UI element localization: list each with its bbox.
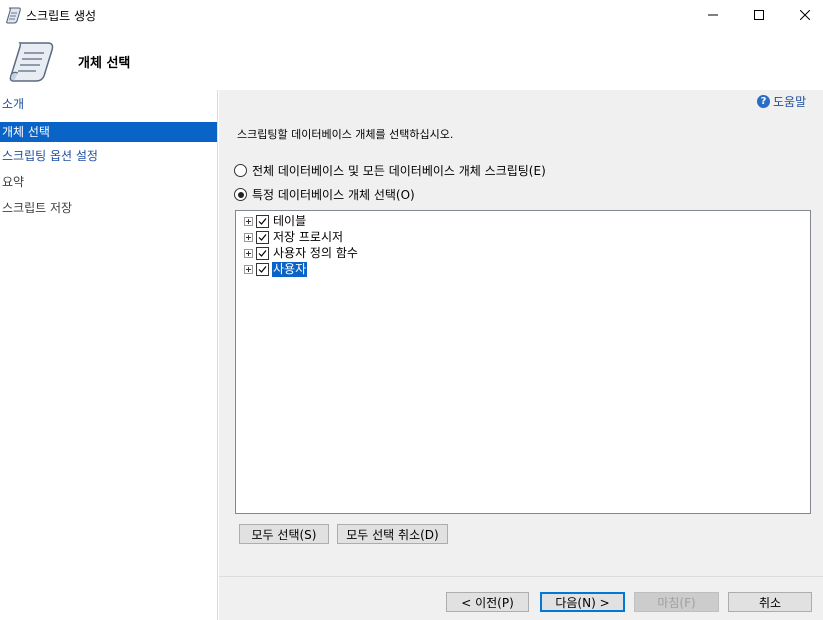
wizard-content: ? 도움말 스크립팅할 데이터베이스 개체를 선택하십시오. 전체 데이터베이스… [219, 90, 823, 620]
script-scroll-icon [9, 42, 54, 82]
radio-button[interactable] [234, 164, 247, 177]
finish-button: 마침(F) [634, 592, 719, 612]
object-tree[interactable]: 테이블 저장 프로시저 사용자 정의 함수 사용자 [235, 210, 811, 514]
previous-button[interactable]: < 이전(P) [446, 592, 529, 612]
help-link[interactable]: ? 도움말 [757, 93, 806, 110]
tree-item-user-defined-functions[interactable]: 사용자 정의 함수 [244, 245, 359, 261]
checkbox[interactable] [256, 246, 269, 260]
footer-divider [219, 576, 823, 577]
tree-item-label[interactable]: 사용자 [270, 260, 309, 278]
expand-icon[interactable] [244, 216, 253, 226]
sidebar-item-summary: 요약 [2, 175, 25, 189]
sidebar-item-select-objects[interactable]: 개체 선택 [0, 122, 217, 142]
cancel-button[interactable]: 취소 [728, 592, 812, 612]
radio-label: 전체 데이터베이스 및 모든 데이터베이스 개체 스크립팅(E) [252, 164, 546, 178]
help-label: 도움말 [773, 95, 807, 109]
sidebar-item-save-script: 스크립트 저장 [2, 201, 73, 215]
close-icon [800, 10, 810, 20]
minimize-button[interactable] [690, 0, 736, 30]
expand-icon[interactable] [244, 248, 253, 258]
window-title: 스크립트 생성 [26, 9, 97, 23]
tree-item-label[interactable]: 사용자 정의 함수 [272, 246, 359, 261]
help-icon: ? [757, 95, 770, 108]
checkbox[interactable] [256, 230, 269, 244]
checkbox[interactable] [256, 214, 269, 228]
checkmark-icon [258, 249, 267, 257]
next-button[interactable]: 다음(N) > [540, 592, 625, 612]
instruction-text: 스크립팅할 데이터베이스 개체를 선택하십시오. [237, 128, 454, 141]
radio-button[interactable] [234, 188, 247, 201]
wizard-header: 개체 선택 [0, 30, 823, 90]
deselect-all-button[interactable]: 모두 선택 취소(D) [337, 524, 448, 544]
sidebar-item-scripting-options[interactable]: 스크립팅 옵션 설정 [0, 146, 217, 166]
radio-select-specific-objects[interactable]: 특정 데이터베이스 개체 선택(O) [234, 186, 415, 203]
radio-label: 특정 데이터베이스 개체 선택(O) [252, 188, 415, 202]
checkmark-icon [258, 265, 267, 273]
maximize-icon [754, 10, 764, 20]
select-all-button[interactable]: 모두 선택(S) [239, 524, 329, 544]
tree-item-label[interactable]: 저장 프로시저 [272, 230, 344, 245]
radio-script-entire-database[interactable]: 전체 데이터베이스 및 모든 데이터베이스 개체 스크립팅(E) [234, 162, 546, 179]
maximize-button[interactable] [736, 0, 782, 30]
tree-item-stored-procedures[interactable]: 저장 프로시저 [244, 229, 344, 245]
tree-item-tables[interactable]: 테이블 [244, 213, 307, 229]
wizard-sidebar: 소개 개체 선택 스크립팅 옵션 설정 요약 스크립트 저장 [0, 90, 218, 620]
tree-item-users[interactable]: 사용자 [244, 260, 309, 278]
page-title: 개체 선택 [78, 56, 131, 71]
close-button[interactable] [782, 0, 823, 30]
minimize-icon [708, 14, 718, 16]
tree-item-label[interactable]: 테이블 [272, 214, 307, 229]
sidebar-item-intro[interactable]: 소개 [0, 94, 217, 114]
script-scroll-icon [6, 7, 21, 24]
checkmark-icon [258, 233, 267, 241]
checkbox[interactable] [256, 262, 269, 276]
expand-icon[interactable] [244, 264, 253, 274]
expand-icon[interactable] [244, 232, 253, 242]
checkmark-icon [258, 217, 267, 225]
title-bar: 스크립트 생성 [0, 0, 823, 30]
